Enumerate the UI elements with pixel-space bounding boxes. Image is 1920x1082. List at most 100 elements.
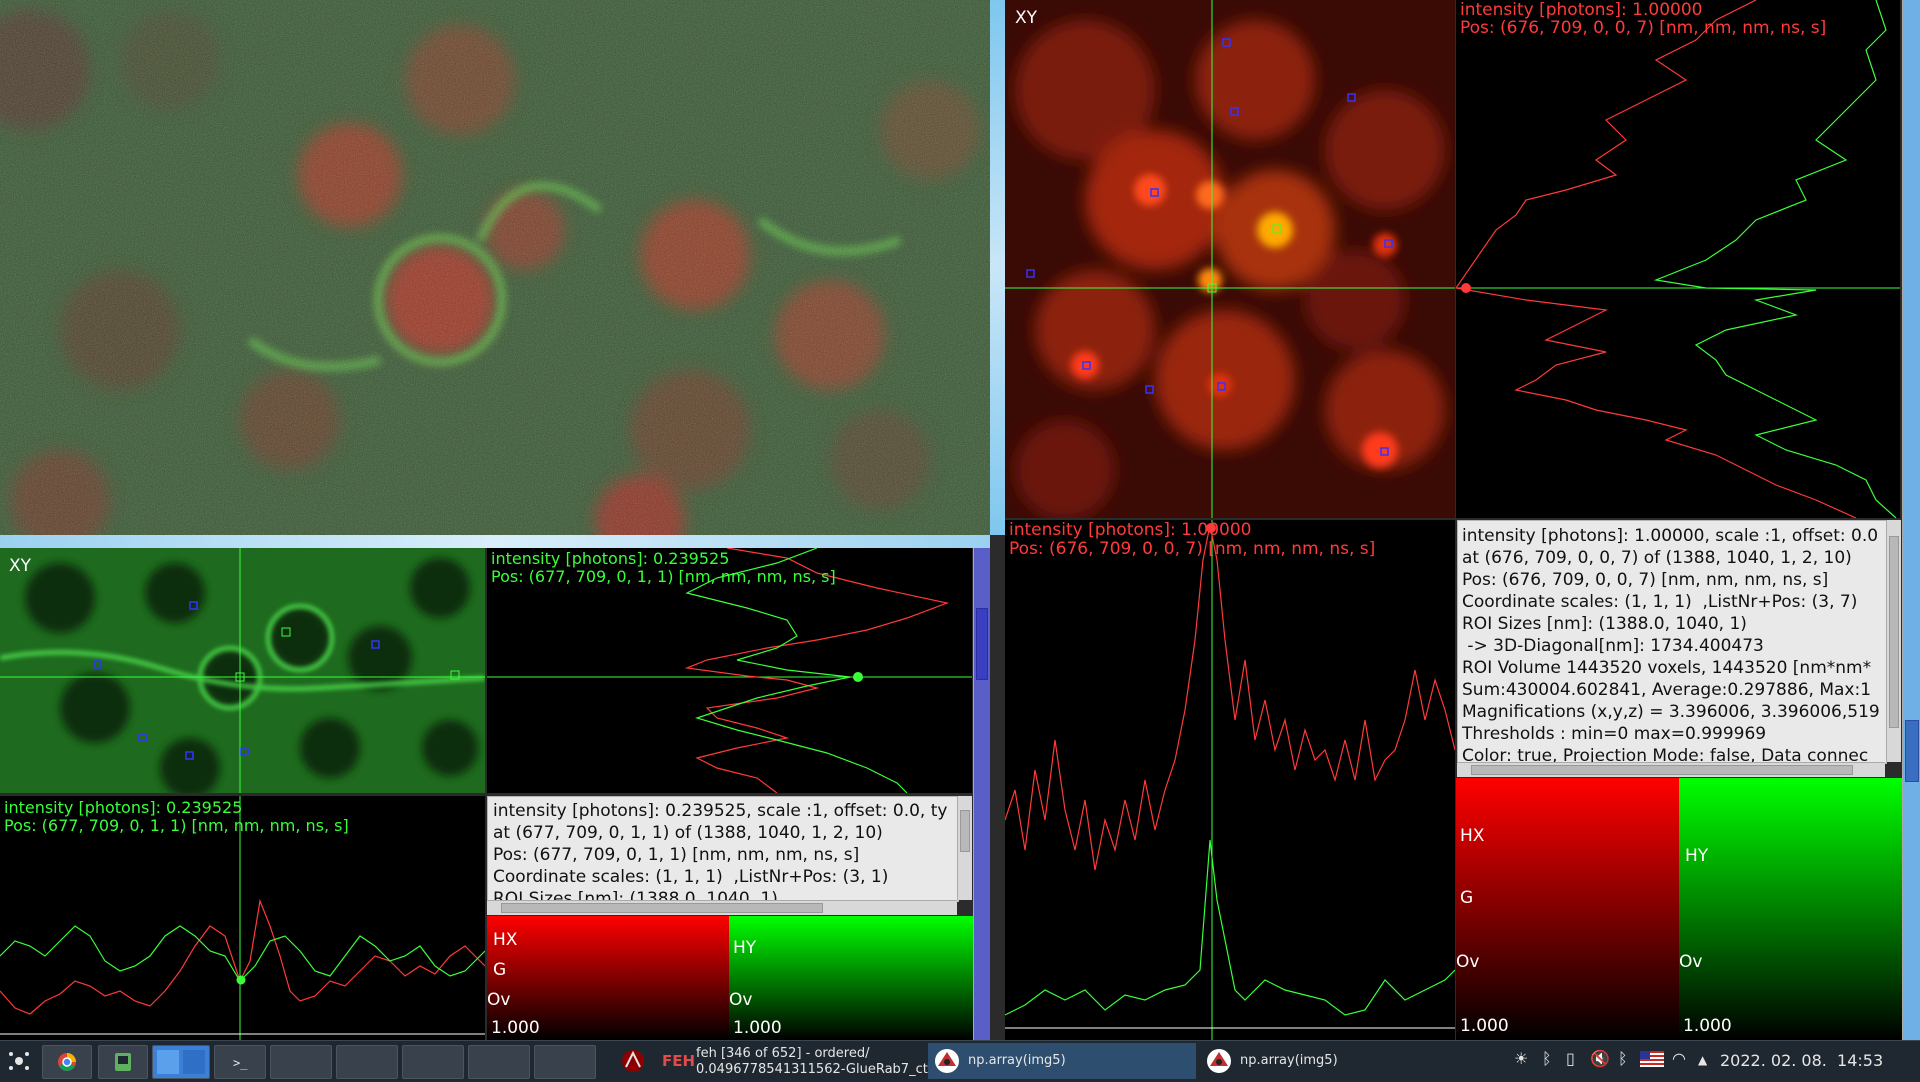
chrome-launcher[interactable]	[42, 1045, 92, 1079]
left-info-panel[interactable]: intensity [photons]: 0.239525, scale :1,…	[487, 796, 959, 902]
main-image-canvas	[0, 0, 990, 535]
terminal-icon: >_	[233, 1056, 248, 1070]
left-xy-canvas	[0, 548, 485, 793]
right-xy-label: XY	[1015, 8, 1038, 28]
right-info-hscrollbar[interactable]	[1457, 762, 1885, 777]
right-cmap-red-ov: Ov	[1456, 952, 1480, 972]
left-vertical-profile[interactable]: intensity [photons]: 0.239525 Pos: (677,…	[487, 548, 972, 793]
app-launcher-icon	[9, 1052, 29, 1070]
left-viewer-vscroll-thumb[interactable]	[976, 608, 988, 680]
left-colormap-green[interactable]: HY Ov 1.000	[729, 916, 973, 1040]
left-cmap-red-ov: Ov	[487, 990, 511, 1010]
clipboard-icon[interactable]: ▯	[1566, 1049, 1575, 1068]
taskbar: >_ FEH feh [346 of 652] - ordered/ 0.049…	[0, 1040, 1920, 1081]
right-xy-canvas	[1005, 0, 1455, 518]
left-horizontal-profile[interactable]: intensity [photons]: 0.239525 Pos: (677,…	[0, 796, 485, 1040]
right-cmap-red-value: 1.000	[1460, 1016, 1509, 1036]
left-info-line-2: at (677, 709, 0, 1, 1) of (1388, 1040, 1…	[493, 823, 883, 843]
task-np-array-2[interactable]: np.array(img5)	[1200, 1043, 1468, 1079]
right-vertical-profile-plot	[1456, 0, 1900, 518]
right-xy-view[interactable]: XY	[1005, 0, 1455, 518]
left-info-hscroll-thumb[interactable]	[501, 903, 823, 913]
workspace-pager[interactable]	[152, 1045, 210, 1079]
left-viewer-vscrollbar[interactable]	[973, 548, 990, 1040]
task-feh[interactable]: FEH feh [346 of 652] - ordered/ 0.049677…	[656, 1043, 949, 1079]
left-info-vscrollbar[interactable]	[957, 796, 972, 900]
task-feh-title-1: feh [346 of 652] - ordered/	[696, 1046, 870, 1061]
left-info-line-1: intensity [photons]: 0.239525, scale :1,…	[493, 801, 948, 821]
right-info-line-7: ROI Volume 1443520 voxels, 1443520 [nm*n…	[1462, 658, 1872, 678]
right-hprofile-marker	[1206, 523, 1216, 533]
right-horizontal-profile-plot	[1005, 520, 1455, 1040]
left-cmap-green-hy: HY	[733, 938, 757, 958]
empty-slot-3[interactable]	[402, 1045, 464, 1079]
empty-slot-1[interactable]	[270, 1045, 332, 1079]
left-xy-view[interactable]: XY	[0, 548, 485, 793]
bluetooth-status-icon[interactable]: ᛒ	[1618, 1049, 1628, 1068]
app-launcher-2[interactable]	[98, 1045, 148, 1079]
desktop-background-strip-bottom	[0, 535, 990, 548]
tray-expand-icon[interactable]: ▲	[1698, 1053, 1707, 1067]
left-vprofile-intensity: intensity [photons]: 0.239525	[491, 549, 730, 568]
left-cmap-red-g: G	[493, 960, 507, 980]
left-cmap-green-ov: Ov	[729, 990, 753, 1010]
empty-slot-4[interactable]	[468, 1045, 530, 1079]
right-colormap-green[interactable]: HY Ov 1.000	[1679, 778, 1902, 1040]
right-info-line-6: -> 3D-Diagonal[nm]: 1734.400473	[1462, 636, 1764, 656]
right-info-line-1: intensity [photons]: 1.00000, scale :1, …	[1462, 526, 1879, 546]
right-info-line-3: Pos: (676, 709, 0, 0, 7) [nm, nm, nm, ns…	[1462, 570, 1829, 590]
empty-slot-2[interactable]	[336, 1045, 398, 1079]
right-cmap-green-hy: HY	[1685, 846, 1709, 866]
right-info-panel[interactable]: intensity [photons]: 1.00000, scale :1, …	[1457, 520, 1887, 764]
left-cmap-red-hx: HX	[493, 930, 518, 950]
right-cmap-red-hx: HX	[1460, 826, 1485, 846]
right-colormap-red[interactable]: HX G Ov 1.000	[1456, 778, 1679, 1040]
right-info-hscroll-thumb[interactable]	[1471, 765, 1853, 775]
right-colormap-green-gradient	[1679, 778, 1902, 1040]
task-np-array-1[interactable]: np.array(img5)	[928, 1043, 1196, 1079]
python-icon	[1207, 1049, 1231, 1073]
left-info-line-4: Coordinate scales: (1, 1, 1) ,ListNr+Pos…	[493, 867, 889, 887]
right-viewer-vscroll-thumb[interactable]	[1905, 720, 1919, 782]
task-np-array-1-title: np.array(img5)	[968, 1053, 1066, 1068]
volume-muted-icon[interactable]: 🔇	[1590, 1049, 1610, 1068]
right-info-line-5: ROI Sizes [nm]: (1388.0, 1040, 1)	[1462, 614, 1747, 634]
empty-slot-5[interactable]	[534, 1045, 596, 1079]
task-feh-title-2: 0.0496778541311562-GlueRab7_ctrl...	[696, 1062, 950, 1077]
left-vprofile-pos: Pos: (677, 709, 0, 1, 1) [nm, nm, nm, ns…	[491, 567, 836, 586]
left-hprofile-intensity: intensity [photons]: 0.239525	[4, 798, 243, 817]
clock[interactable]: 2022. 02. 08. 14:53	[1720, 1051, 1883, 1070]
terminal-launcher[interactable]: >_	[214, 1045, 266, 1079]
task-np-array-2-title: np.array(img5)	[1240, 1053, 1338, 1068]
right-info-line-4: Coordinate scales: (1, 1, 1) ,ListNr+Pos…	[1462, 592, 1858, 612]
workspace-pager-icon	[157, 1050, 205, 1074]
left-info-hscrollbar[interactable]	[487, 900, 957, 915]
python-icon	[935, 1049, 959, 1073]
right-hprofile-pos: Pos: (676, 709, 0, 0, 7) [nm, nm, nm, ns…	[1009, 539, 1376, 559]
right-info-vscroll-thumb[interactable]	[1889, 536, 1899, 728]
chrome-icon	[58, 1053, 76, 1071]
right-cmap-green-value: 1.000	[1683, 1016, 1732, 1036]
wifi-icon[interactable]: ◠	[1672, 1049, 1686, 1068]
left-xy-label: XY	[9, 556, 32, 576]
right-info-line-9: Magnifications (x,y,z) = 3.396006, 3.396…	[1462, 702, 1880, 722]
left-info-line-3: Pos: (677, 709, 0, 1, 1) [nm, nm, nm, ns…	[493, 845, 860, 865]
left-colormap-red[interactable]: HX G Ov 1.000	[487, 916, 729, 1040]
left-info-vscroll-thumb[interactable]	[960, 810, 970, 852]
start-menu-button[interactable]	[6, 1049, 32, 1073]
brightness-icon[interactable]: ☀	[1514, 1049, 1528, 1068]
keyboard-layout-flag-icon[interactable]	[1640, 1051, 1664, 1067]
right-viewer-vscrollbar[interactable]	[1902, 0, 1920, 1040]
flag-canton	[1640, 1051, 1650, 1059]
right-info-line-2: at (676, 709, 0, 0, 7) of (1388, 1040, 1…	[1462, 548, 1852, 568]
right-horizontal-profile[interactable]: intensity [photons]: 1.00000 Pos: (676, …	[1005, 520, 1455, 1040]
bluetooth-icon[interactable]: ᛒ	[1542, 1049, 1552, 1068]
svg-text:>_: >_	[233, 1056, 248, 1070]
right-info-line-10: Thresholds : min=0 max=0.999969	[1462, 724, 1767, 744]
spyder-icon	[622, 1050, 644, 1072]
right-vprofile-pos: Pos: (676, 709, 0, 0, 7) [nm, nm, nm, ns…	[1460, 18, 1827, 38]
main-image-view[interactable]	[0, 0, 990, 535]
right-vertical-profile[interactable]: intensity [photons]: 1.00000 Pos: (676, …	[1456, 0, 1900, 518]
spyder-launcher[interactable]	[618, 1047, 648, 1075]
right-info-vscrollbar[interactable]	[1886, 520, 1901, 762]
